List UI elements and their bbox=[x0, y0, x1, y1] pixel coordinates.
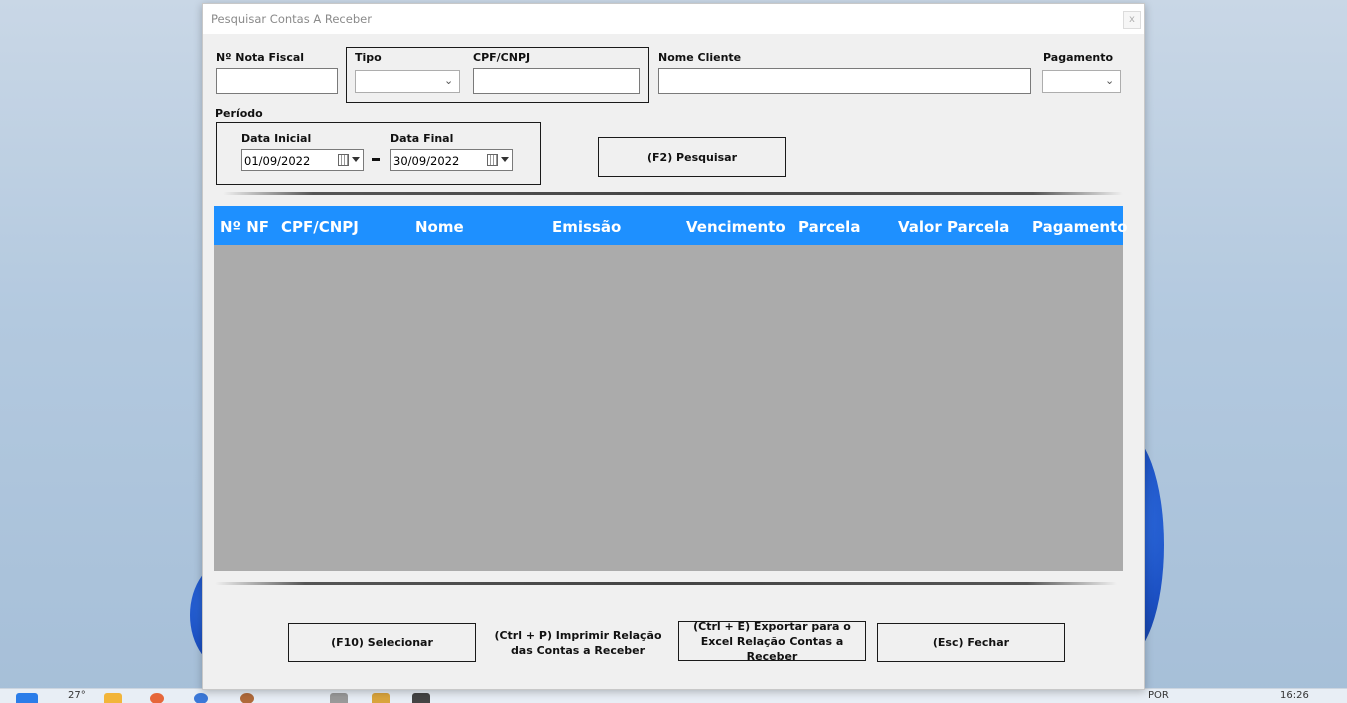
nome-cliente-input[interactable] bbox=[658, 68, 1031, 94]
col-vencimento[interactable]: Vencimento bbox=[686, 218, 786, 236]
data-final-value: 30/09/2022 bbox=[393, 154, 460, 168]
chevron-down-icon: ⌄ bbox=[444, 74, 454, 87]
dropdown-arrow-icon bbox=[501, 157, 509, 162]
col-cpf-cnpj[interactable]: CPF/CNPJ bbox=[281, 218, 359, 236]
col-parcela[interactable]: Parcela bbox=[798, 218, 860, 236]
data-final-picker[interactable]: 30/09/2022 bbox=[390, 149, 513, 171]
app-icon[interactable] bbox=[150, 693, 164, 703]
export-excel-button[interactable]: (Ctrl + E) Exportar para o Excel Relação… bbox=[678, 620, 866, 663]
data-inicial-label: Data Inicial bbox=[241, 132, 312, 145]
tipo-label: Tipo bbox=[355, 51, 382, 64]
cpf-cnpj-input[interactable] bbox=[473, 68, 640, 94]
clock[interactable]: 16:26 bbox=[1280, 690, 1309, 701]
nota-fiscal-label: Nº Nota Fiscal bbox=[216, 51, 305, 64]
select-button[interactable]: (F10) Selecionar bbox=[288, 623, 476, 662]
col-nf[interactable]: Nº NF bbox=[220, 218, 269, 236]
data-inicial-picker[interactable]: 01/09/2022 bbox=[241, 149, 364, 171]
app-icon-4[interactable] bbox=[372, 693, 390, 703]
search-receivables-window: Pesquisar Contas A Receber x Nº Nota Fis… bbox=[202, 3, 1145, 690]
nome-cliente-label: Nome Cliente bbox=[658, 51, 742, 64]
col-nome[interactable]: Nome bbox=[415, 218, 464, 236]
close-window-button[interactable]: x bbox=[1123, 11, 1141, 29]
browser-icon[interactable] bbox=[194, 693, 208, 703]
windows-start-icon[interactable] bbox=[16, 693, 38, 703]
periodo-label: Período bbox=[215, 107, 263, 120]
print-button[interactable]: (Ctrl + P) Imprimir Relação das Contas a… bbox=[488, 623, 668, 662]
data-inicial-value: 01/09/2022 bbox=[244, 154, 311, 168]
dropdown-arrow-icon bbox=[352, 157, 360, 162]
grid-header: Nº NF CPF/CNPJ Nome Emissão Vencimento P… bbox=[214, 206, 1128, 245]
nota-fiscal-input[interactable] bbox=[216, 68, 338, 94]
results-grid[interactable]: Nº NF CPF/CNPJ Nome Emissão Vencimento P… bbox=[214, 206, 1128, 571]
taskbar: 27° POR 16:26 bbox=[0, 688, 1347, 703]
col-pagamento[interactable]: Pagamento bbox=[1032, 218, 1128, 236]
weather-text[interactable]: 27° bbox=[68, 690, 86, 701]
language-indicator[interactable]: POR bbox=[1148, 690, 1169, 701]
folder-icon[interactable] bbox=[104, 693, 122, 703]
chevron-down-icon: ⌄ bbox=[1105, 74, 1115, 87]
search-button[interactable]: (F2) Pesquisar bbox=[598, 137, 786, 177]
tipo-select[interactable]: ⌄ bbox=[355, 70, 460, 93]
title-bar[interactable]: Pesquisar Contas A Receber x bbox=[203, 4, 1144, 35]
col-emissao[interactable]: Emissão bbox=[552, 218, 621, 236]
pagamento-label: Pagamento bbox=[1043, 51, 1114, 64]
close-button[interactable]: (Esc) Fechar bbox=[877, 623, 1065, 662]
window-title: Pesquisar Contas A Receber bbox=[211, 12, 372, 26]
bottom-separator bbox=[215, 582, 1117, 585]
pagamento-select[interactable]: ⌄ bbox=[1042, 70, 1121, 93]
app-icon-3[interactable] bbox=[330, 693, 348, 703]
app-icon-5[interactable] bbox=[412, 693, 430, 703]
app-icon-2[interactable] bbox=[240, 693, 254, 703]
calendar-icon bbox=[338, 154, 349, 166]
top-separator bbox=[223, 192, 1123, 195]
date-separator bbox=[372, 158, 380, 161]
data-final-label: Data Final bbox=[390, 132, 454, 145]
cpf-cnpj-label: CPF/CNPJ bbox=[473, 51, 531, 64]
col-valor-parcela[interactable]: Valor Parcela bbox=[898, 218, 1009, 236]
calendar-icon bbox=[487, 154, 498, 166]
